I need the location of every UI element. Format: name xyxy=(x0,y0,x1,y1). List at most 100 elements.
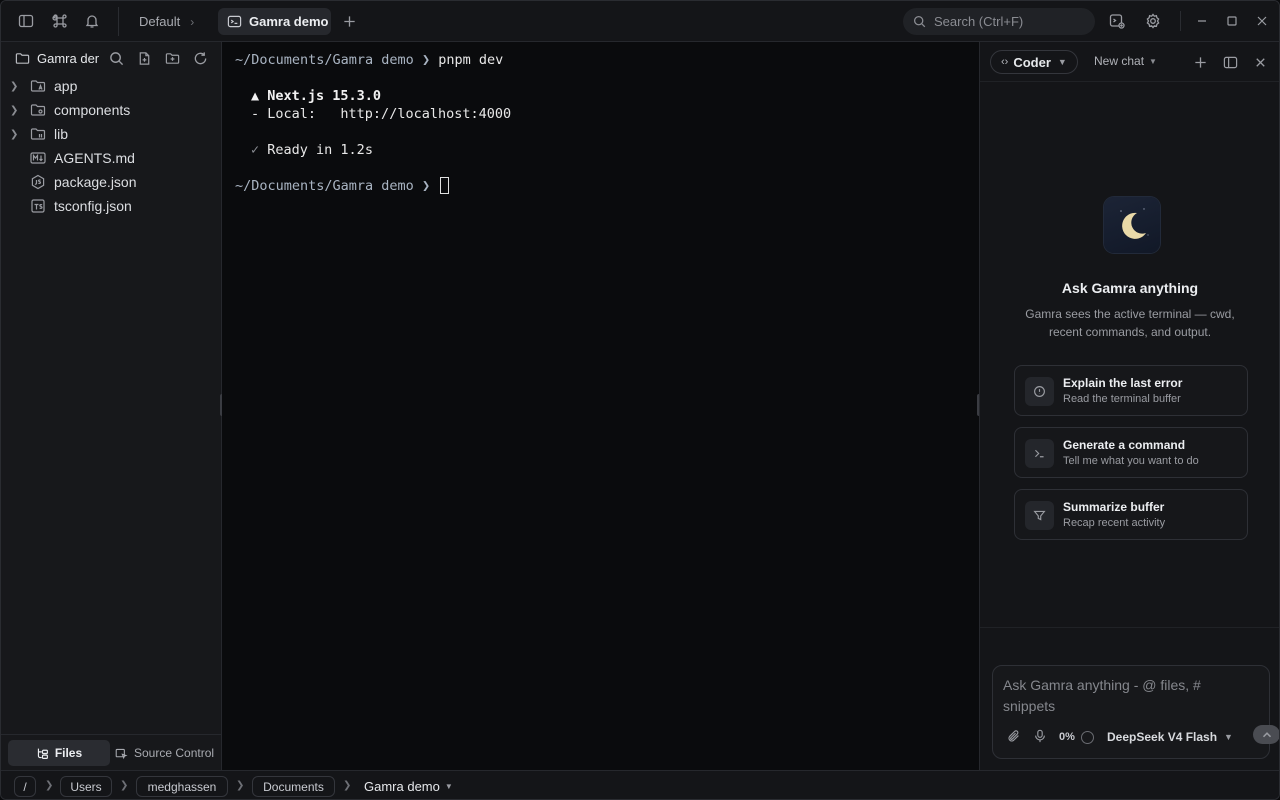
tree-item-label: lib xyxy=(54,126,69,142)
folder-components-icon xyxy=(29,102,46,118)
terminal-command: pnpm dev xyxy=(438,52,504,68)
app-window: Default › Gamra demo Search (Ctrl+F) Gam… xyxy=(0,0,1280,800)
tab-label: Default xyxy=(139,14,181,29)
model-selector[interactable]: DeepSeek V4 Flash xyxy=(1107,730,1217,744)
source-control-tab-label: Source Control xyxy=(134,746,215,760)
folder-app-icon xyxy=(29,78,46,94)
suggestion-generate-command[interactable]: Generate a command Tell me what you want… xyxy=(1014,427,1248,478)
chevron-right-icon: ❯ xyxy=(45,780,54,791)
assistant-header: ‹› Coder ▼ New chat ▼ xyxy=(980,42,1279,82)
tree-item-file[interactable]: package.json xyxy=(1,170,221,194)
close-icon[interactable] xyxy=(1251,53,1269,71)
files-tab-label: Files xyxy=(54,746,83,760)
chevron-right-icon: ❯ xyxy=(10,128,19,140)
typescript-config-icon xyxy=(29,198,46,214)
search-icon xyxy=(913,15,926,28)
assistant-subtitle: Gamra sees the active terminal — cwd, re… xyxy=(1025,307,1235,339)
composer-toolbar: 0% DeepSeek V4 Flash ▼ xyxy=(1007,725,1279,746)
file-tree-icon xyxy=(37,748,48,759)
folder-lib-icon xyxy=(29,126,46,142)
paperclip-icon[interactable] xyxy=(1007,729,1021,746)
new-tab-plus-icon[interactable] xyxy=(339,11,359,31)
tree-item-label: tsconfig.json xyxy=(54,198,132,214)
search-input[interactable]: Search (Ctrl+F) xyxy=(903,8,1095,35)
new-folder-icon[interactable] xyxy=(163,50,181,66)
local-label: - Local: xyxy=(251,106,317,122)
terminal-output-line: ▲ Next.js 15.3.0 xyxy=(251,88,382,104)
source-control-tab[interactable]: Source Control xyxy=(115,740,219,766)
terminal-pane[interactable]: ~/Documents/Gamra demo ❯ pnpm dev ▲ Next… xyxy=(222,42,979,770)
suggestion-summarize-buffer[interactable]: Summarize buffer Recap recent activity xyxy=(1014,489,1248,540)
tab-default[interactable]: Default › xyxy=(133,8,200,35)
chat-composer-area: Ask Gamra anything - @ files, # snippets… xyxy=(980,627,1279,770)
chevron-down-icon: ▼ xyxy=(444,782,453,791)
chevron-right-icon: ❯ xyxy=(236,780,245,791)
tree-item-label: app xyxy=(54,78,78,94)
chevron-right-icon: ❯ xyxy=(10,80,19,92)
check-icon: ✓ xyxy=(251,142,260,158)
tree-item-file[interactable]: AGENTS.md xyxy=(1,146,221,170)
close-icon[interactable] xyxy=(1252,11,1272,31)
breadcrumb-documents[interactable]: Documents xyxy=(252,776,335,797)
code-brackets-icon: ‹› xyxy=(1001,56,1009,68)
breadcrumb-users[interactable]: Users xyxy=(60,776,112,797)
breadcrumb: / ❯ Users ❯ medghassen ❯ Documents ❯ Gam… xyxy=(1,770,1279,799)
refresh-icon[interactable] xyxy=(191,50,209,66)
terminal-prompt-line: ~/Documents/Gamra demo ❯ xyxy=(235,177,450,195)
prompt-arrow: ❯ xyxy=(421,52,431,68)
new-file-icon[interactable] xyxy=(135,50,153,66)
tree-item-folder[interactable]: ❯ app xyxy=(1,74,221,98)
tab-gamra-demo[interactable]: Gamra demo xyxy=(218,8,331,35)
chevron-down-icon[interactable]: ▼ xyxy=(1224,732,1233,742)
tree-item-folder[interactable]: ❯ lib xyxy=(1,122,221,146)
mode-label: Coder xyxy=(1013,54,1051,70)
minimize-icon[interactable] xyxy=(1192,11,1212,31)
json-file-icon xyxy=(29,174,46,190)
command-palette-icon[interactable] xyxy=(50,11,70,31)
terminal-prompt-line: ~/Documents/Gamra demo ❯ pnpm dev xyxy=(235,51,503,69)
tree-item-label: package.json xyxy=(54,174,137,190)
send-button[interactable] xyxy=(1253,725,1279,744)
suggestion-explain-error[interactable]: Explain the last error Read the terminal… xyxy=(1014,365,1248,416)
chat-selector[interactable]: New chat ▼ xyxy=(1094,54,1157,68)
chevron-down-icon: ▼ xyxy=(1149,56,1157,66)
breadcrumb-user[interactable]: medghassen xyxy=(136,776,228,797)
assistant-panel: ‹› Coder ▼ New chat ▼ Ask Gamra anything… xyxy=(979,42,1279,770)
chevron-right-icon: ❯ xyxy=(120,780,129,791)
chevron-down-icon: ▼ xyxy=(1057,57,1067,67)
gear-icon[interactable] xyxy=(1143,11,1163,31)
suggestion-title: Summarize buffer xyxy=(1063,500,1165,514)
tree-item-label: components xyxy=(54,102,131,118)
context-usage-ring-icon xyxy=(1081,730,1094,744)
workspace-title: Gamra demo xyxy=(37,50,99,66)
assistant-toggle-icon[interactable] xyxy=(1107,11,1127,31)
tree-item-folder[interactable]: ❯ components xyxy=(1,98,221,122)
chat-input[interactable]: Ask Gamra anything - @ files, # snippets… xyxy=(992,665,1279,759)
terminal-output-line: ✓ Ready in 1.2s xyxy=(251,141,373,159)
search-icon[interactable] xyxy=(107,50,125,66)
sidebar-toggle-icon[interactable] xyxy=(16,11,36,31)
microphone-icon[interactable] xyxy=(1033,729,1047,746)
chat-selector-label: New chat xyxy=(1094,54,1145,68)
suggestion-desc: Read the terminal buffer xyxy=(1063,393,1181,405)
suggestion-desc: Recap recent activity xyxy=(1063,517,1166,529)
new-chat-plus-icon[interactable] xyxy=(1191,53,1209,71)
mode-selector[interactable]: ‹› Coder ▼ xyxy=(990,50,1078,74)
maximize-icon[interactable] xyxy=(1222,11,1242,31)
markdown-file-icon xyxy=(29,150,46,166)
breadcrumb-root[interactable]: / xyxy=(14,776,36,797)
tree-item-file[interactable]: tsconfig.json xyxy=(1,194,221,218)
suggestion-title: Generate a command xyxy=(1063,438,1186,452)
folder-icon xyxy=(15,52,30,64)
bell-icon[interactable] xyxy=(82,11,102,31)
assistant-title: Ask Gamra anything xyxy=(1061,280,1199,296)
prompt-arrow: ❯ xyxy=(421,178,431,194)
alert-circle-icon xyxy=(1025,377,1054,406)
files-tab[interactable]: Files xyxy=(8,740,110,766)
panel-layout-icon[interactable] xyxy=(1221,53,1239,71)
terminal-cursor xyxy=(440,177,450,194)
breadcrumb-current[interactable]: Gamra demo ▼ xyxy=(364,779,453,794)
file-tree: ❯ app ❯ components ❯ lib AGENTS.md packa… xyxy=(1,74,221,218)
suggestion-title: Explain the last error xyxy=(1063,376,1183,390)
tree-item-label: AGENTS.md xyxy=(54,150,135,166)
